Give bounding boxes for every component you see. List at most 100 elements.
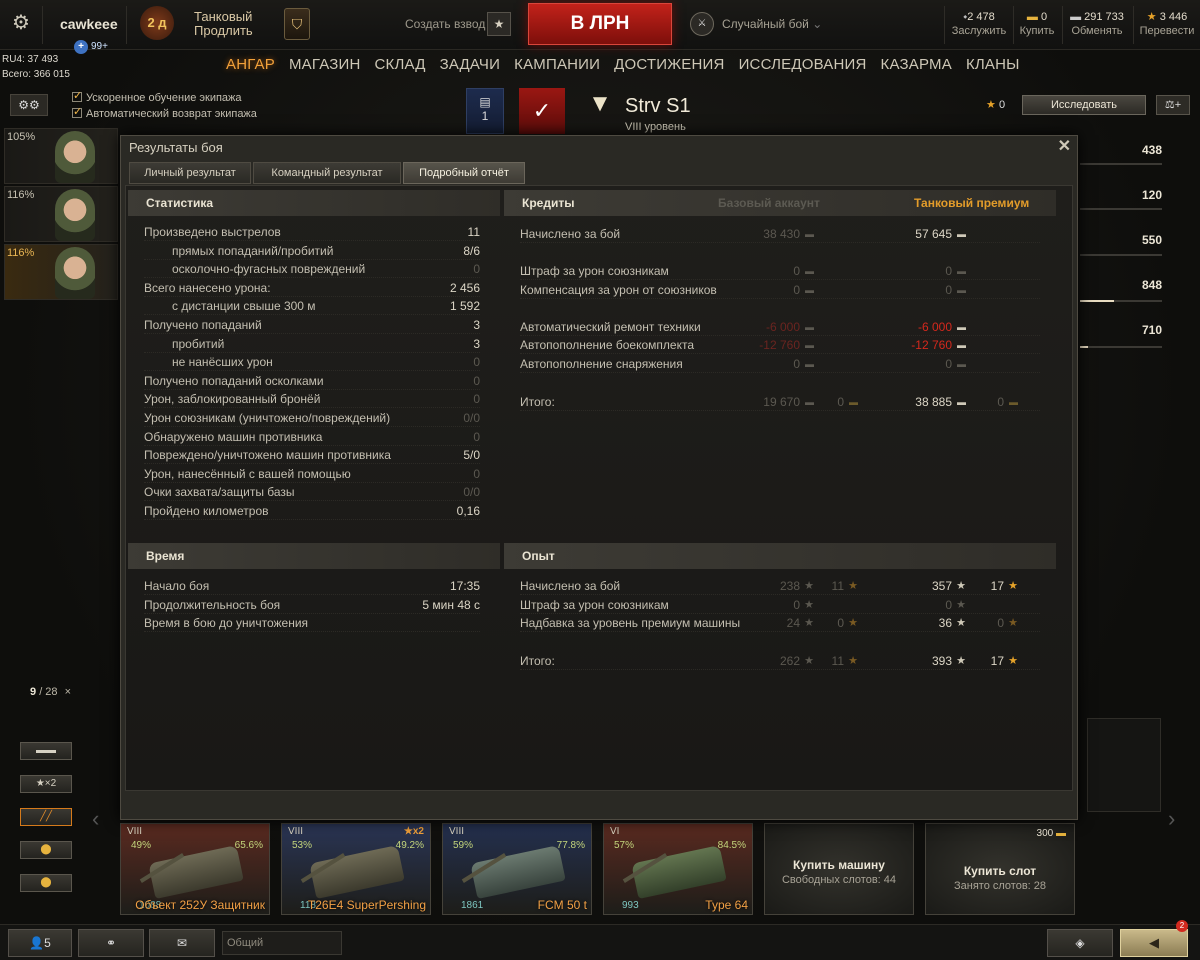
- filter-tank-type[interactable]: ▬▬: [20, 742, 72, 760]
- vehicle-name: FCM 50 t: [537, 898, 587, 912]
- vehicle-stat-bar: [1080, 163, 1162, 165]
- carousel-left-arrow-icon[interactable]: ‹: [92, 806, 99, 832]
- buy-label: Купить: [1019, 25, 1055, 37]
- session-stats-button[interactable]: ◈: [1047, 929, 1113, 957]
- nav-shop[interactable]: МАГАЗИН: [289, 56, 361, 78]
- time-row: Время в бою до уничтожения: [144, 615, 480, 633]
- crew-options-button[interactable]: ⚙⚙: [10, 94, 48, 116]
- nav-research[interactable]: ИССЛЕДОВАНИЯ: [739, 56, 867, 78]
- vehicle-params-button[interactable]: ▤ 1: [466, 88, 504, 134]
- xp-total-row: Итого: 262 ★ 11 ★ 393 ★ 17 ★: [520, 653, 1040, 670]
- random-battle-icon[interactable]: ⚔: [690, 12, 714, 36]
- nav-achievements[interactable]: ДОСТИЖЕНИЯ: [614, 56, 724, 78]
- filter-double-xp[interactable]: ★×2: [20, 775, 72, 793]
- carousel-vehicle[interactable]: VI 57% 84.5% 993 Type 64: [603, 823, 753, 915]
- vehicle-stat: 710: [1141, 323, 1162, 337]
- credits-total-prem-gold: 0: [997, 395, 1004, 409]
- credits-icon: ▬: [805, 229, 814, 239]
- xp-total-row-base: 262: [779, 654, 800, 668]
- crew-member[interactable]: 116%: [4, 186, 118, 242]
- stat-label: Урон, заблокированный бронёй: [144, 392, 321, 407]
- tab-detailed-report[interactable]: Подробный отчёт: [403, 162, 525, 184]
- gold-currency[interactable]: ▬ 0 Купить: [1016, 10, 1058, 38]
- premium-info[interactable]: Танковый Продлить: [194, 10, 253, 38]
- gold-star-icon: ★: [1008, 580, 1018, 592]
- friends-button[interactable]: 👤5: [8, 929, 72, 957]
- compare-icon[interactable]: ⚖+: [1156, 95, 1190, 115]
- buy-vehicle-slot[interactable]: Купить машину Свободных слотов: 44: [764, 823, 914, 915]
- crew-portrait: [55, 189, 95, 241]
- premium-shop-icon[interactable]: ⛉: [284, 8, 310, 40]
- credit-base-value: -6 000: [765, 320, 800, 334]
- tab-personal-result[interactable]: Личный результат: [129, 162, 251, 184]
- close-icon[interactable]: ✕: [1058, 136, 1071, 156]
- credits-icon: ▬: [957, 359, 966, 369]
- window-title: Результаты боя: [129, 140, 223, 155]
- transfer-label: Перевести: [1139, 25, 1195, 37]
- credits-currency[interactable]: ▬ 291 733 Обменять: [1066, 10, 1128, 38]
- nav-clans[interactable]: КЛАНЫ: [966, 56, 1020, 78]
- stat-row: Урон, нанесённый с вашей помощью 0: [144, 466, 480, 483]
- auto-return-option[interactable]: Автоматический возврат экипажа: [72, 105, 257, 120]
- vehicle-stat: 550: [1141, 233, 1162, 247]
- invite-badge[interactable]: +99+: [74, 40, 108, 54]
- nav-barracks[interactable]: КАЗАРМА: [881, 56, 952, 78]
- filter-premium[interactable]: ⬤: [20, 841, 72, 859]
- nav-hangar[interactable]: АНГАР: [226, 56, 275, 78]
- filter-active[interactable]: ╱╱: [20, 808, 72, 826]
- stat-label: прямых попаданий/пробитий: [172, 243, 334, 258]
- vehicle-stat-bar: [1080, 300, 1162, 302]
- buy-garage-slot[interactable]: 300 ▬ Купить слот Занято слотов: 28: [925, 823, 1075, 915]
- battle-button[interactable]: В ЛРН: [528, 3, 672, 45]
- nav-depot[interactable]: СКЛАД: [375, 56, 426, 78]
- channels-button[interactable]: ✉: [149, 929, 215, 957]
- free-xp-currency[interactable]: ⬩2 478 Заслужить: [948, 10, 1010, 38]
- ready-check-icon[interactable]: ✓: [519, 88, 565, 134]
- gold-star-icon: ★: [1008, 617, 1018, 629]
- crew-member[interactable]: 116%: [4, 244, 118, 300]
- xp-star-icon: ★: [1146, 11, 1157, 23]
- battle-mode-select[interactable]: Случайный бой ⌄: [722, 17, 822, 31]
- free-xp-value: 2 478: [967, 11, 995, 23]
- stat-row: осколочно-фугасных повреждений 0: [144, 261, 480, 279]
- carousel-vehicle[interactable]: VIII 53% 49.2% ★x2 118 T26E4 SuperPershi…: [281, 823, 431, 915]
- checkbox-icon[interactable]: [72, 89, 82, 102]
- research-button[interactable]: Исследовать: [1022, 95, 1146, 115]
- crew-member[interactable]: 105%: [4, 128, 118, 184]
- battle-mode-label: Случайный бой: [722, 17, 809, 31]
- stat-label: Очки захвата/защиты базы: [144, 485, 295, 500]
- filter-elite[interactable]: ⬤: [20, 874, 72, 892]
- settings-gear-icon[interactable]: ⚙: [8, 10, 34, 36]
- handshake-icon: ⚭: [105, 936, 117, 950]
- platoon-star-icon[interactable]: ★: [487, 12, 511, 36]
- nav-missions[interactable]: ЗАДАЧИ: [440, 56, 501, 78]
- xp-row-label: Начислено за бой: [520, 579, 621, 593]
- premium-days-badge[interactable]: 2 д: [140, 6, 174, 40]
- nav-campaigns[interactable]: КАМПАНИИ: [514, 56, 600, 78]
- gold-star-icon: ★: [848, 655, 858, 667]
- xp-currency[interactable]: ★ 3 446 Перевести: [1136, 10, 1198, 38]
- username[interactable]: cawkeee: [60, 16, 118, 32]
- accelerated-training-option[interactable]: Ускоренное обучение экипажа: [72, 89, 242, 104]
- credits-icon: ▬: [805, 285, 814, 295]
- premium-extend-link[interactable]: Продлить: [194, 24, 253, 38]
- chat-channel-input[interactable]: Общий: [222, 931, 342, 955]
- credits-icon: ▬: [957, 322, 966, 332]
- create-platoon-label[interactable]: Создать взвод: [405, 17, 485, 31]
- xp-value: 3 446: [1159, 11, 1188, 23]
- vehicle-tier: VIII: [288, 826, 304, 837]
- counter-total: / 28: [39, 686, 58, 698]
- chevron-down-icon: ⌄: [812, 17, 823, 31]
- checkbox-icon[interactable]: [72, 105, 82, 118]
- close-icon[interactable]: ×: [65, 686, 71, 698]
- tab-team-result[interactable]: Командный результат: [253, 162, 401, 184]
- carousel-right-arrow-icon[interactable]: ›: [1168, 806, 1175, 832]
- contacts-button[interactable]: ⚭: [78, 929, 144, 957]
- stat-label: Пройдено километров: [144, 504, 269, 518]
- carousel-vehicle[interactable]: VIII 59% 77.8% 1861 FCM 50 t: [442, 823, 592, 915]
- credit-base-value: 38 430: [763, 227, 800, 241]
- xp-row-prem-free: 17: [990, 579, 1004, 593]
- credit-base-value: -12 760: [759, 338, 800, 352]
- notifications-button[interactable]: ◀: [1120, 929, 1188, 957]
- carousel-vehicle[interactable]: VIII 49% 65.6% 1088 Объект 252У Защитник: [120, 823, 270, 915]
